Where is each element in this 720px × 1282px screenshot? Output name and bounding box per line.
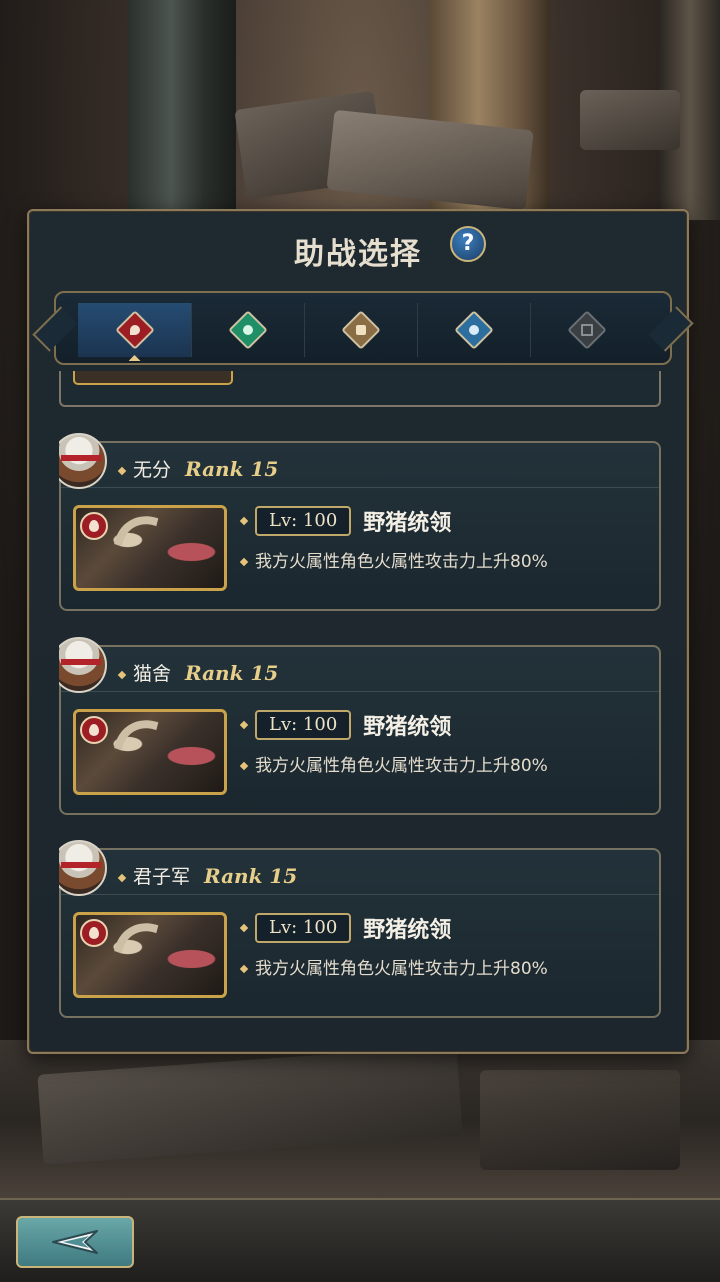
diamond-bullet-icon: [239, 964, 249, 974]
support-card[interactable]: 无分 Rank 15 Lv: 100 野猪统领 我方火属性角色火属性攻击力上升80…: [59, 433, 661, 611]
summon-thumbnail: [73, 371, 233, 385]
panel-title: 助战选择: [29, 229, 687, 273]
diamond-bullet-icon: [117, 466, 127, 475]
diamond-bullet-icon: [239, 761, 249, 771]
fire-element-icon: [114, 310, 155, 350]
player-name: 无分: [133, 459, 172, 481]
summon-art: [97, 712, 211, 792]
fire-element-icon: [80, 512, 108, 540]
diamond-bullet-icon: [117, 873, 127, 882]
tab-neutral[interactable]: [530, 303, 643, 357]
neutral-element-icon: [566, 310, 607, 350]
diamond-bullet-icon: [239, 923, 249, 933]
back-arrow-icon: [52, 1230, 98, 1254]
summon-title-line: Lv: 100 野猪统领: [239, 709, 452, 741]
summon-art: [97, 508, 211, 588]
summon-level: Lv: 100: [255, 710, 352, 740]
summon-title-line: Lv: 100 野猪统领: [239, 505, 452, 537]
diamond-bullet-icon: [239, 516, 249, 526]
element-tabs: [54, 291, 672, 365]
summon-effect-line: 我方火属性角色火属性攻击力上升80%: [239, 954, 548, 979]
player-rank: Rank 15: [185, 457, 279, 481]
diamond-bullet-icon: [117, 670, 127, 679]
summon-title-line: Lv: 100 野猪统领: [239, 912, 452, 944]
help-button[interactable]: ?: [450, 226, 486, 262]
support-list[interactable]: 无分 Rank 15 Lv: 100 野猪统领 我方火属性角色火属性攻击力上升80…: [59, 371, 661, 1041]
summon-level: Lv: 100: [255, 913, 352, 943]
summon-name: 野猪统领: [363, 918, 452, 943]
summon-thumbnail: [73, 912, 227, 998]
tab-fire[interactable]: [78, 303, 192, 357]
footer-bar: [0, 1198, 720, 1282]
summon-effect-line: 我方火属性角色火属性攻击力上升80%: [239, 547, 548, 572]
player-name: 猫舍: [133, 663, 172, 685]
support-select-panel: 助战选择 ? 无分 Rank 15 Lv: 100 野猪统领 我方火属性角色火属…: [27, 209, 689, 1054]
water-element-icon: [453, 310, 494, 350]
summon-name: 野猪统领: [363, 511, 452, 536]
fire-element-icon: [80, 716, 108, 744]
summon-effect: 我方火属性角色火属性攻击力上升80%: [255, 552, 548, 572]
summon-thumbnail: [73, 505, 227, 591]
wind-element-icon: [227, 310, 268, 350]
player-info: 君子军 Rank 15: [117, 862, 298, 889]
support-card-partial[interactable]: [59, 371, 661, 407]
tab-water[interactable]: [417, 303, 531, 357]
tab-wind[interactable]: [191, 303, 305, 357]
background-pillar: [128, 0, 236, 220]
summon-thumbnail: [73, 709, 227, 795]
fire-element-icon: [80, 919, 108, 947]
support-card[interactable]: 君子军 Rank 15 Lv: 100 野猪统领 我方火属性角色火属性攻击力上升8…: [59, 840, 661, 1018]
player-name: 君子军: [133, 866, 191, 888]
summon-name: 野猪统领: [363, 715, 452, 740]
diamond-bullet-icon: [239, 720, 249, 730]
back-button[interactable]: [16, 1216, 134, 1268]
summon-level: Lv: 100: [255, 506, 352, 536]
player-rank: Rank 15: [204, 864, 298, 888]
summon-effect: 我方火属性角色火属性攻击力上升80%: [255, 756, 548, 776]
earth-element-icon: [340, 310, 381, 350]
tab-earth[interactable]: [304, 303, 418, 357]
player-rank: Rank 15: [185, 661, 279, 685]
background-rubble: [580, 90, 680, 150]
diamond-bullet-icon: [239, 557, 249, 567]
summon-effect-line: 我方火属性角色火属性攻击力上升80%: [239, 751, 548, 776]
summon-effect: 我方火属性角色火属性攻击力上升80%: [255, 959, 548, 979]
summon-art: [97, 915, 211, 995]
panel-title-text: 助战选择: [294, 237, 422, 272]
player-info: 猫舍 Rank 15: [117, 659, 279, 686]
support-card[interactable]: 猫舍 Rank 15 Lv: 100 野猪统领 我方火属性角色火属性攻击力上升80…: [59, 637, 661, 815]
background-rubble: [480, 1070, 680, 1170]
player-info: 无分 Rank 15: [117, 455, 279, 482]
